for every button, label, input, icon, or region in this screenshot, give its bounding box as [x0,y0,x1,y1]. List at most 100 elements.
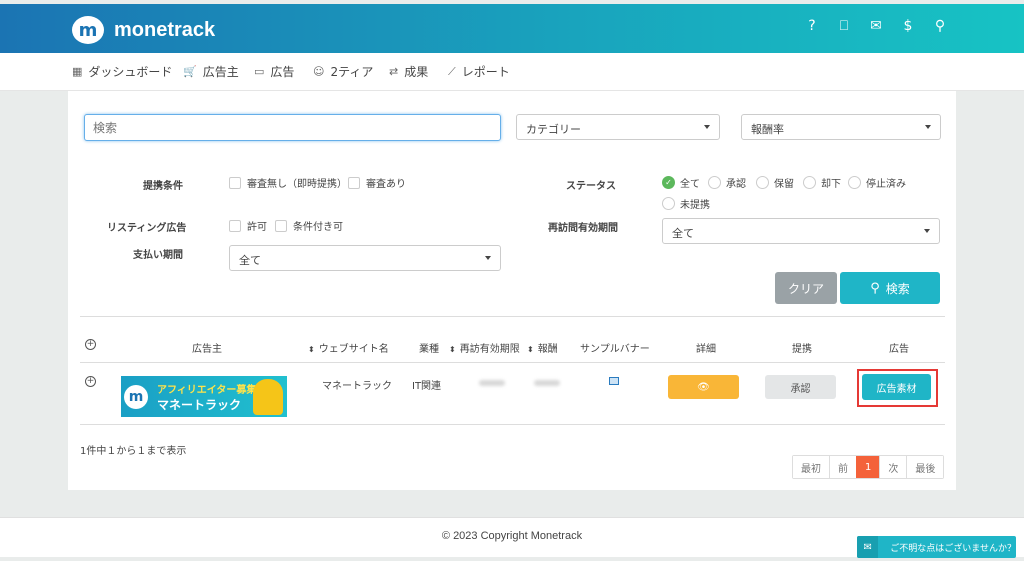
logo-text: monetrack [114,18,216,41]
page-current[interactable]: 1 [856,456,880,478]
details-button[interactable]: 👁 [668,375,739,399]
clear-button[interactable]: クリア [775,272,837,304]
search-icon: ⚲ [870,280,880,296]
mail-icon[interactable]: ✉ [870,18,882,34]
search-input[interactable] [84,114,501,141]
nav-item-reports[interactable]: ⟋ レポート [448,63,510,80]
col-industry[interactable]: 業種 [419,340,439,355]
radio-circle [708,176,721,189]
chevron-down-icon [485,256,491,260]
chevron-down-icon [925,125,931,129]
nav-label: 成果 [404,65,429,79]
nav-item-results[interactable]: ⇄ 成果 [389,63,428,80]
col-website[interactable]: ⬍ ウェブサイト名 [308,340,389,355]
col-sample-banner: サンプルバナー [580,344,650,355]
approve-label: 承認 [790,383,811,395]
help-icon[interactable]: ? [806,18,818,34]
listing-conditional-checkbox[interactable]: 条件付き可 [275,218,343,233]
status-label: ステータス [566,181,616,192]
exchange-icon: ⇄ [389,65,399,78]
page-first[interactable]: 最初 [793,456,829,478]
banner-character [253,379,283,415]
expand-all-icon[interactable]: + [85,339,96,350]
smile-icon: ☺ [313,65,325,78]
status-radio-all[interactable]: ✓ 全て [662,175,700,190]
page-last[interactable]: 最後 [906,456,944,478]
category-select[interactable]: カテゴリー [516,114,720,140]
nav-item-ads[interactable]: ▭ 広告 [254,63,294,80]
status-radio-rejected[interactable]: 却下 [803,175,841,190]
ad-material-button[interactable]: 広告素材 [862,374,931,400]
table-info: 1件中１から１まで表示 [80,446,187,457]
user-icon[interactable]: ⚲ [934,18,946,34]
nav-label: 2ティア [330,65,374,79]
listing-label: リスティング広告 [107,223,187,234]
cond-review-checkbox[interactable]: 審査あり [348,175,406,190]
check-icon: ✓ [662,176,675,189]
checkbox-box [348,176,360,189]
search-button[interactable]: ⚲ 検索 [840,272,940,304]
radio-circle [662,197,675,210]
table-top-divider [80,316,945,317]
radio-label: 停止済み [866,179,906,190]
listing-allowed-checkbox[interactable]: 許可 [229,218,267,233]
ad-material-label: 広告素材 [876,383,917,395]
logo-mark: m [72,16,104,44]
app-header: m monetrack ? ⎕ ✉ $ ⚲ [0,4,1024,53]
checkbox-box [275,219,287,232]
conditions-label: 提携条件 [143,181,183,192]
checkbox-label: 審査あり [366,179,406,190]
sort-icon: ⬍ [449,345,456,354]
logo[interactable]: m monetrack [72,16,215,44]
nav-label: 広告主 [202,65,239,79]
table-bottom-divider [80,424,945,425]
nav-item-dashboard[interactable]: ▦ ダッシュボード [72,63,172,80]
status-radio-pending[interactable]: 保留 [756,175,794,190]
dollar-icon[interactable]: $ [902,18,914,34]
chevron-down-icon [924,229,930,233]
ad-icon: ▭ [254,65,265,78]
radio-circle [803,176,816,189]
page-prev[interactable]: 前 [829,456,856,478]
radio-label: 却下 [821,179,841,190]
page-next[interactable]: 次 [879,456,907,478]
book-icon[interactable]: ⎕ [838,18,850,34]
chat-label: ご不明な点はございませんか？ [890,543,1016,554]
main-nav: ▦ ダッシュボード 🛒 広告主 ▭ 広告 ☺ 2ティア ⇄ 成果 ⟋ レポート [0,53,1024,91]
header-icons: ? ⎕ ✉ $ ⚲ [806,18,946,34]
approve-button[interactable]: 承認 [765,375,836,399]
status-radio-approved[interactable]: 承認 [708,175,746,190]
payment-label: 支払い期間 [133,250,183,261]
status-radio-unaffiliated[interactable]: 未提携 [662,196,710,211]
banner-logo: m [124,385,148,409]
advertiser-banner[interactable]: m アフィリエイター募集 マネートラック [121,376,287,417]
col-label: ウェブサイト名 [318,344,389,355]
status-radio-stopped[interactable]: 停止済み [848,175,906,190]
expand-row-icon[interactable]: + [85,376,96,387]
chat-widget[interactable]: ✉ ご不明な点はございませんか？ [857,536,1016,558]
category-value: カテゴリー [526,123,581,136]
reward-value: 報酬率 [751,123,784,136]
nav-label: 広告 [270,65,295,79]
checkbox-label: 審査無し（即時提携） [247,179,347,190]
revisit-select[interactable]: 全て [662,218,940,244]
col-reward[interactable]: ⬍ 報酬 [527,340,558,355]
reward-select[interactable]: 報酬率 [741,114,941,140]
col-revisit[interactable]: ⬍ 再訪有効期限 [449,340,520,355]
cond-no-review-checkbox[interactable]: 審査無し（即時提携） [229,175,347,190]
col-label: 業種 [419,344,439,355]
col-affiliation: 提携 [792,344,812,355]
sort-icon: ⬍ [527,345,534,354]
col-advertiser[interactable]: 広告主 [192,340,222,355]
banner-line2: マネートラック [157,398,242,412]
checkbox-box [229,176,241,189]
chevron-down-icon [704,125,710,129]
image-icon[interactable] [609,377,619,385]
payment-select[interactable]: 全て [229,245,501,271]
nav-item-advertisers[interactable]: 🛒 広告主 [183,63,239,80]
nav-label: レポート [461,65,510,79]
cell-revisit-blurred [479,380,505,386]
radio-label: 全て [680,179,700,190]
nav-item-2tier[interactable]: ☺ 2ティア [313,63,373,80]
chart-line-icon: ⟋ [448,64,456,78]
